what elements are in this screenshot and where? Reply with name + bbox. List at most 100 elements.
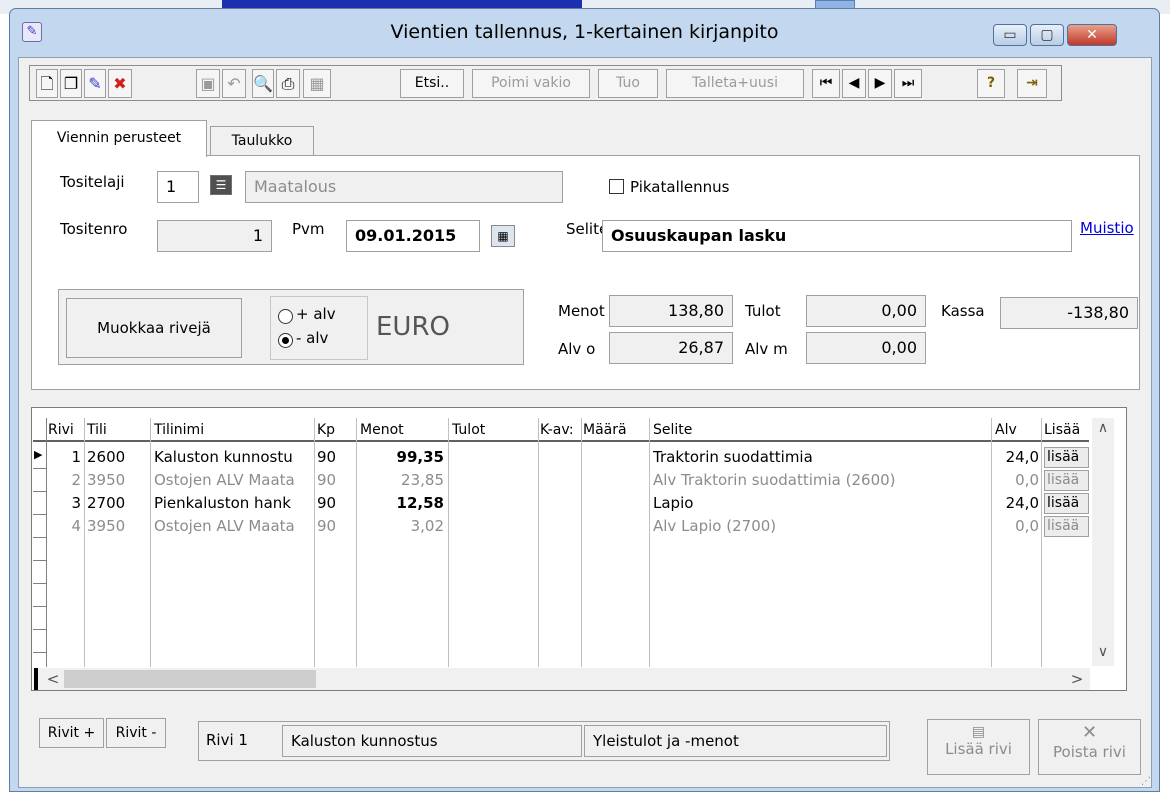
grid-cell-alv[interactable]: 24,0 [993, 492, 1039, 515]
rows-minus-button[interactable]: Rivit - [106, 718, 166, 748]
grid-cell-selite[interactable]: Lapio [653, 492, 989, 515]
col-header-maara[interactable]: Määrä [583, 418, 647, 442]
add-row-label: Lisää rivi [945, 740, 1012, 758]
grid-cell-kp[interactable]: 90 [317, 492, 355, 515]
grid-cell-selite[interactable]: Alv Traktorin suodattimia (2600) [653, 469, 989, 492]
add-row-button[interactable]: ▤ Lisää rivi [927, 719, 1030, 775]
grid-cell-menot[interactable]: 99,35 [358, 446, 444, 469]
grid-cell-tilinimi[interactable]: Pienkaluston hank [154, 492, 313, 515]
lisaa-button[interactable]: lisää [1044, 470, 1089, 491]
pvm-field[interactable]: 09.01.2015 [346, 220, 480, 252]
muokkaa-riveja-button[interactable]: Muokkaa rivejä [66, 298, 242, 358]
grid-cell-rivi[interactable]: 4 [48, 515, 81, 538]
grid-cell-tili[interactable]: 2600 [87, 446, 149, 469]
alvo-field: 26,87 [609, 332, 733, 364]
col-header-lisaa[interactable]: Lisää [1044, 418, 1082, 442]
tositenro-field[interactable]: 1 [157, 220, 272, 252]
grid-cell-alv[interactable]: 0,0 [993, 515, 1039, 538]
currency-label: EURO [376, 312, 450, 342]
horizontal-scroll-thumb[interactable] [64, 670, 316, 688]
delete-row-button[interactable]: ✕ Poista rivi [1038, 719, 1141, 775]
lisaa-button[interactable]: lisää [1044, 493, 1089, 514]
grid-cell-selite[interactable]: Traktorin suodattimia [653, 446, 989, 469]
add-row-icon: ▤ [971, 724, 986, 740]
col-header-menot[interactable]: Menot [360, 418, 446, 442]
grid-cell-menot[interactable]: 12,58 [358, 492, 444, 515]
grid-cell-menot[interactable]: 3,02 [358, 515, 444, 538]
plus-alv-radio[interactable] [278, 309, 293, 324]
muistio-link[interactable]: Muistio [1080, 219, 1134, 237]
grid-cell-kp[interactable]: 90 [317, 515, 355, 538]
close-button[interactable]: ✕ [1067, 24, 1117, 46]
grid-cell-alv[interactable]: 24,0 [993, 446, 1039, 469]
tositelaji-field[interactable]: 1 [157, 171, 199, 203]
calendar-button[interactable]: ▦ [491, 225, 515, 247]
col-header-tulot[interactable]: Tulot [452, 418, 536, 442]
col-header-rivi[interactable]: Rivi [48, 418, 84, 442]
exit-button[interactable]: ⇥ [1017, 69, 1047, 98]
grid-cell-tulot[interactable] [450, 446, 536, 469]
col-header-tilinimi[interactable]: Tilinimi [154, 418, 312, 442]
grid-cell-rivi[interactable]: 1 [48, 446, 81, 469]
col-header-kav[interactable]: K-av: [540, 418, 582, 442]
delete-row-label: Poista rivi [1053, 743, 1126, 761]
minus-alv-label: - alv [296, 329, 329, 347]
grid-cell-rivi[interactable]: 2 [48, 469, 81, 492]
scroll-left-icon[interactable]: < [44, 668, 62, 690]
grid-cell-tili[interactable]: 2700 [87, 492, 149, 515]
tulot-field: 0,00 [806, 295, 926, 327]
next-record-button[interactable]: ▶ [868, 69, 892, 98]
grid-cell-tilinimi[interactable]: Ostojen ALV Maata [154, 469, 313, 492]
minus-alv-radio[interactable] [278, 333, 293, 348]
tab-taulukko[interactable]: Taulukko [210, 126, 314, 156]
copy-document-button[interactable]: ❐ [60, 69, 82, 98]
grid-cell-alv[interactable]: 0,0 [993, 469, 1039, 492]
search-button[interactable]: Etsi.. [400, 69, 464, 98]
pvm-label: Pvm [292, 220, 325, 238]
calculator-button[interactable]: ▦ [303, 69, 331, 98]
grid-cell-tili[interactable]: 3950 [87, 469, 149, 492]
grid-cell-menot[interactable]: 23,85 [358, 469, 444, 492]
vertical-scrollbar[interactable] [1092, 418, 1114, 666]
help-button[interactable]: ? [977, 69, 1005, 98]
resize-grip-icon[interactable]: ⋰ [1141, 776, 1151, 787]
save-new-button[interactable]: Talleta+uusi [666, 69, 804, 98]
tab-viennin-perusteet[interactable]: Viennin perusteet [31, 120, 207, 157]
col-header-tili[interactable]: Tili [87, 418, 147, 442]
lisaa-button[interactable]: lisää [1044, 447, 1089, 468]
rows-plus-button[interactable]: Rivit + [39, 718, 104, 748]
grid-cell-kp[interactable]: 90 [317, 446, 355, 469]
save-button[interactable]: ▣ [196, 69, 220, 98]
last-record-button[interactable]: ⏭ [894, 69, 922, 98]
maximize-button[interactable]: ▢ [1030, 24, 1064, 46]
col-header-selite[interactable]: Selite [653, 418, 989, 442]
grid-cell-tilinimi[interactable]: Ostojen ALV Maata [154, 515, 313, 538]
col-header-alv[interactable]: Alv [995, 418, 1039, 442]
first-record-button[interactable]: ⏮ [812, 69, 840, 98]
col-header-kp[interactable]: Kp [317, 418, 355, 442]
maximize-icon: ▢ [1040, 27, 1054, 43]
grid-cell-tili[interactable]: 3950 [87, 515, 149, 538]
print-button[interactable]: ⎙ [276, 69, 300, 98]
import-button[interactable]: Tuo [598, 69, 658, 98]
scroll-up-icon[interactable]: ∧ [1093, 420, 1113, 440]
tositelaji-list-button[interactable]: ☰ [210, 175, 232, 195]
minimize-icon: ▭ [1003, 27, 1017, 43]
pikatallennus-checkbox[interactable] [609, 179, 624, 194]
selite-field[interactable]: Osuuskaupan lasku [602, 220, 1072, 252]
print-preview-button[interactable]: 🔍 [252, 69, 274, 98]
grid-cell-rivi[interactable]: 3 [48, 492, 81, 515]
lisaa-button[interactable]: lisää [1044, 516, 1089, 537]
grid-cell-tilinimi[interactable]: Kaluston kunnostu [154, 446, 313, 469]
pick-standard-button[interactable]: Poimi vakio [472, 69, 590, 98]
undo-button[interactable]: ↶ [222, 69, 246, 98]
prev-record-button[interactable]: ◀ [842, 69, 866, 98]
grid-cell-kp[interactable]: 90 [317, 469, 355, 492]
scroll-right-icon[interactable]: > [1068, 668, 1086, 690]
scroll-down-icon[interactable]: ∨ [1093, 644, 1113, 664]
delete-document-button[interactable]: ✖ [108, 69, 132, 98]
minimize-button[interactable]: ▭ [993, 24, 1027, 46]
grid-cell-selite[interactable]: Alv Lapio (2700) [653, 515, 989, 538]
new-document-button[interactable]: 🗋 [36, 69, 58, 98]
edit-document-button[interactable]: ✎ [84, 69, 106, 98]
